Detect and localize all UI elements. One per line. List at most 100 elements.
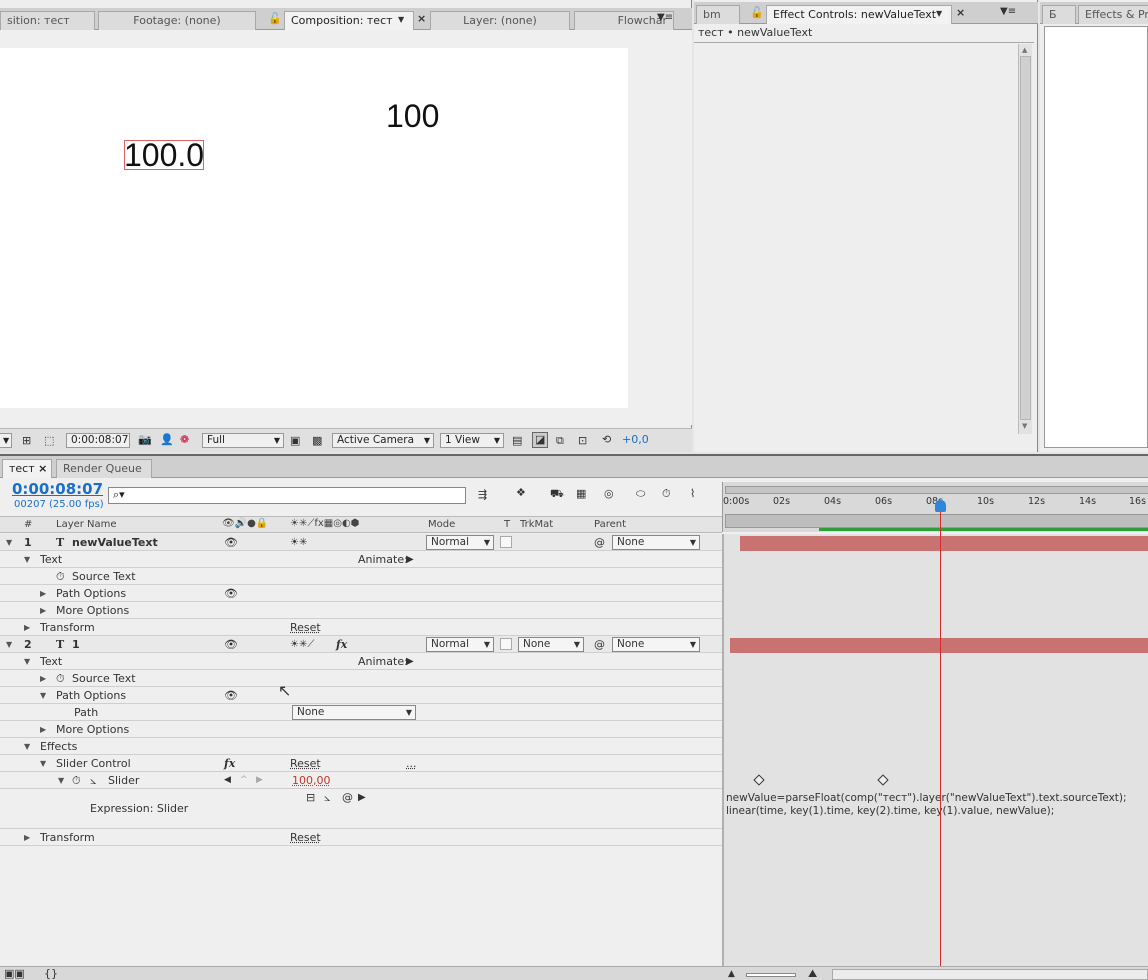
- expand-triangle-icon[interactable]: ▼: [24, 552, 30, 567]
- lock-icon[interactable]: 🔓: [268, 12, 282, 26]
- parent-dropdown[interactable]: None ▼: [612, 637, 700, 652]
- expand-triangle-icon[interactable]: ▶: [24, 830, 30, 845]
- prop-source-text[interactable]: ⏱ Source Text: [0, 568, 722, 585]
- layer-row-2[interactable]: ▼ 2 T 1 👁 ☀✳⟋ fx Normal ▼ None ▼ @ None ▼: [0, 636, 722, 653]
- pick-whip-icon[interactable]: @: [594, 637, 605, 652]
- tab-layer[interactable]: Layer: (none): [430, 11, 570, 30]
- expand-triangle-icon[interactable]: ▼: [6, 535, 12, 550]
- tab-composition[interactable]: Composition: тест: [284, 11, 414, 30]
- preserve-transparency-checkbox[interactable]: [500, 536, 512, 548]
- reset-link[interactable]: Reset: [290, 756, 321, 771]
- horizontal-scrollbar[interactable]: [832, 969, 1148, 980]
- playhead-handle[interactable]: [935, 500, 946, 512]
- close-icon[interactable]: ×: [956, 6, 965, 20]
- fx-icon[interactable]: fx: [336, 637, 347, 652]
- tab-effects-presets[interactable]: Effects & Pre: [1078, 5, 1148, 24]
- expand-triangle-icon[interactable]: ▼: [6, 637, 12, 652]
- hide-shy-icon[interactable]: ⛟: [550, 487, 564, 501]
- expand-triangle-icon[interactable]: ▼: [24, 739, 30, 754]
- visibility-eye-icon[interactable]: 👁: [224, 586, 238, 601]
- fx-icon[interactable]: fx: [224, 756, 235, 771]
- region-icon[interactable]: ▣: [290, 434, 300, 448]
- tab-b[interactable]: Б: [1042, 5, 1076, 24]
- scroll-down-icon[interactable]: ▼: [1022, 422, 1027, 430]
- expression-graph-icon[interactable]: ⦣: [324, 790, 330, 805]
- parent-dropdown[interactable]: None ▼: [612, 535, 700, 550]
- comp-mini-flowchart-icon[interactable]: ⇶: [478, 488, 487, 502]
- tab-bm[interactable]: bm: [696, 5, 740, 24]
- current-time-display[interactable]: 0:00:08:07: [12, 480, 103, 498]
- prop-path-options[interactable]: ▶ Path Options 👁: [0, 585, 722, 602]
- prop-text[interactable]: ▼ Text Animate: ▶: [0, 551, 722, 568]
- prop-path-options[interactable]: ▼ Path Options 👁 ↖: [0, 683, 722, 704]
- flowchart-icon[interactable]: ⊡: [578, 434, 587, 448]
- graph-editor-icon[interactable]: ⌇: [690, 487, 695, 501]
- expand-triangle-icon[interactable]: ▶: [40, 586, 46, 601]
- close-icon[interactable]: ×: [38, 462, 47, 475]
- expression-language-menu-icon[interactable]: ▶: [358, 790, 366, 805]
- motion-blur-icon[interactable]: ◎: [604, 487, 614, 501]
- timeline-graph[interactable]: newValue=parseFloat(comp("тест").layer("…: [724, 534, 1148, 968]
- fast-preview-icon[interactable]: ◪: [532, 432, 549, 448]
- magnification-dropdown[interactable]: ▼: [0, 433, 12, 448]
- animate-menu-icon[interactable]: ▶: [406, 552, 414, 567]
- prop-source-text[interactable]: ▶ ⏱ Source Text: [0, 670, 722, 687]
- animate-label[interactable]: Animate:: [358, 654, 408, 669]
- frame-blending-icon[interactable]: ▦: [576, 487, 586, 501]
- expand-triangle-icon[interactable]: ▼: [58, 773, 64, 788]
- prop-slider[interactable]: ▼ ⏱ ⦣ Slider ◀ ^ ▶ 100,00: [0, 772, 722, 789]
- tab-render-queue[interactable]: Render Queue: [56, 459, 152, 478]
- prev-keyframe-icon[interactable]: ◀: [224, 773, 231, 788]
- next-keyframe-icon[interactable]: ▶: [256, 773, 263, 788]
- tab-dropdown-icon[interactable]: ▼: [398, 13, 404, 27]
- brainstorm-icon[interactable]: ⬭: [636, 487, 645, 501]
- expand-triangle-icon[interactable]: ▼: [40, 756, 46, 771]
- visibility-eye-icon[interactable]: 👁: [224, 637, 238, 652]
- add-keyframe-icon[interactable]: ^: [240, 773, 248, 788]
- toggle-pixel-icon[interactable]: ▤: [512, 434, 522, 448]
- prop-more-options[interactable]: ▶ More Options: [0, 721, 722, 738]
- channel-icon[interactable]: ❁: [180, 433, 189, 447]
- layer-switches-icon[interactable]: ▣▣: [4, 967, 25, 980]
- prop-expression[interactable]: ⊟ ⦣ @ ▶ Expression: Slider: [0, 789, 722, 829]
- prop-effects[interactable]: ▼ Effects: [0, 738, 722, 755]
- panel-menu-icon[interactable]: ▼≡: [657, 11, 673, 25]
- stopwatch-icon[interactable]: ⏱: [72, 773, 81, 788]
- layer-name[interactable]: 1: [72, 637, 80, 652]
- exposure-value[interactable]: +0,0: [622, 433, 649, 447]
- animate-label[interactable]: Animate:: [358, 552, 408, 567]
- comp-canvas[interactable]: 100 100.0: [0, 48, 628, 408]
- pick-whip-icon[interactable]: @: [594, 535, 605, 550]
- zoom-slider[interactable]: [746, 973, 796, 977]
- mask-icon[interactable]: ⬚: [44, 434, 54, 448]
- current-time-field[interactable]: 0:00:08:07: [66, 433, 130, 448]
- scroll-thumb[interactable]: [1020, 56, 1031, 420]
- canvas-text-100-0[interactable]: 100.0: [124, 139, 205, 171]
- draft-3d-icon[interactable]: ❖: [516, 486, 526, 500]
- tab-timeline-comp[interactable]: тест ×: [2, 459, 52, 478]
- work-area-bar[interactable]: [725, 514, 1148, 528]
- reset-link[interactable]: Reset: [290, 830, 321, 845]
- layer-search-input[interactable]: ⌕▾: [108, 487, 466, 504]
- layer-row-1[interactable]: ▼ 1 T newValueText 👁 ☀✳ Normal ▼ @ None ▼: [0, 534, 722, 551]
- prop-slider-control[interactable]: ▼ Slider Control fx Reset ...: [0, 755, 722, 772]
- prop-transform[interactable]: ▶ Transform Reset: [0, 829, 722, 846]
- person-icon[interactable]: 👤: [160, 433, 174, 447]
- trkmat-dropdown[interactable]: None ▼: [518, 637, 584, 652]
- auto-keyframe-icon[interactable]: ⏱: [662, 487, 671, 501]
- tab-composition-prev[interactable]: sition: тест: [0, 11, 95, 30]
- camera-dropdown[interactable]: Active Camera ▼: [332, 433, 434, 448]
- reset-link[interactable]: Reset: [290, 620, 321, 635]
- mode-dropdown[interactable]: Normal ▼: [426, 535, 494, 550]
- prop-text[interactable]: ▼ Text Animate: ▶: [0, 653, 722, 670]
- layer-name[interactable]: newValueText: [72, 535, 158, 550]
- stopwatch-icon[interactable]: ⏱: [56, 569, 65, 584]
- comp-viewer[interactable]: 100 100.0: [0, 30, 692, 425]
- prop-transform[interactable]: ▶ Transform Reset: [0, 619, 722, 636]
- tab-dropdown-icon[interactable]: ▼: [936, 7, 942, 21]
- zoom-out-icon[interactable]: ▲: [728, 967, 735, 980]
- preserve-transparency-checkbox[interactable]: [500, 638, 512, 650]
- switch-icons[interactable]: ☀✳⟋: [290, 637, 314, 652]
- time-navigator[interactable]: [725, 486, 1148, 494]
- transfer-controls-icon[interactable]: {}: [44, 967, 58, 980]
